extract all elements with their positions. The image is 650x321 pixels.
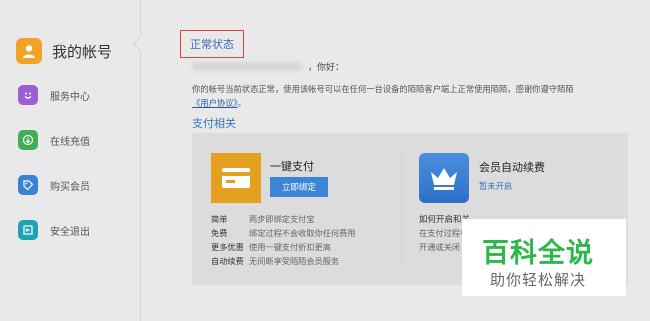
- how-to-line: 在支付过程中: [419, 228, 469, 238]
- tag-icon: [18, 175, 38, 195]
- status-box: 正常状态: [180, 30, 244, 58]
- feature-key: 更多优惠: [211, 242, 244, 252]
- user-agreement-link[interactable]: 《用户协议》: [192, 98, 238, 108]
- sidebar-item-label: 购买会员: [50, 181, 90, 193]
- sidebar-item-service[interactable]: 服务中心: [18, 85, 90, 105]
- feature-value: 无间断享受陌陌会员服务: [249, 256, 340, 266]
- main-content: 正常状态 ，你好： 你的帐号当前状态正常，使用该帐号可以在任何一台设备的陌陌客户…: [140, 0, 650, 321]
- greeting-suffix: ，你好：: [308, 63, 345, 73]
- how-to-line: 开通或关闭: [419, 242, 460, 252]
- recharge-icon: [18, 130, 38, 150]
- sidebar-title-label: 我的帐号: [52, 42, 113, 61]
- blurred-username: [192, 62, 302, 71]
- watermark-badge: 百科全说 助你轻松解决: [462, 219, 626, 296]
- status-label: 正常状态: [190, 38, 234, 51]
- feature-key: 简单: [211, 214, 228, 224]
- exit-icon: [18, 220, 38, 240]
- sidebar-item-label: 在线充值: [50, 136, 90, 148]
- sidebar-item-buy-vip[interactable]: 购买会员: [18, 175, 90, 195]
- feature-row: 自动续费 无间断享受陌陌会员服务: [211, 255, 339, 267]
- notice-end: 。: [237, 98, 246, 108]
- watermark-subtitle: 助你轻松解决: [490, 271, 587, 289]
- crown-icon: [419, 153, 469, 203]
- feature-key: 自动续费: [211, 256, 244, 266]
- greeting: ，你好：: [192, 60, 344, 73]
- user-icon: [16, 38, 42, 64]
- feature-value: 绑定过程不会收取你任何费用: [249, 228, 356, 238]
- feature-row: 更多优惠 使用一键支付折扣更高: [211, 241, 331, 253]
- account-notice: 你的帐号当前状态正常，使用该帐号可以在任何一台设备的陌陌客户端上正常使用陌陌，感…: [192, 82, 612, 110]
- notice-text: 你的帐号当前状态正常，使用该帐号可以在任何一台设备的陌陌客户端上正常使用陌陌，感…: [192, 84, 574, 94]
- sidebar-title[interactable]: 我的帐号: [16, 38, 112, 64]
- feature-row: 简单 两步即绑定支付宝: [211, 213, 315, 225]
- bind-now-button[interactable]: 立即绑定: [270, 177, 328, 197]
- feature-value: 两步即绑定支付宝: [249, 214, 315, 224]
- one-click-pay-title: 一键支付: [270, 160, 314, 173]
- feature-value: 使用一键支付折扣更高: [249, 242, 331, 252]
- smiley-icon: [18, 85, 38, 105]
- watermark-title: 百科全说: [482, 238, 594, 269]
- vip-auto-renew-status-link[interactable]: 暂未开启: [479, 180, 512, 192]
- sidebar: 我的帐号 服务中心 在线充值 购买会员 安全退出: [0, 0, 149, 321]
- card-icon: [211, 153, 261, 203]
- vip-auto-renew-title: 会员自动续费: [479, 161, 545, 174]
- feature-row: 免费 绑定过程不会收取你任何费用: [211, 227, 355, 239]
- sidebar-item-label: 服务中心: [50, 91, 90, 103]
- sidebar-item-label: 安全退出: [50, 226, 90, 238]
- feature-key: 免费: [211, 228, 228, 238]
- sidebar-item-recharge[interactable]: 在线充值: [18, 130, 90, 150]
- section-title-payment: 支付相关: [192, 117, 236, 130]
- sidebar-item-logout[interactable]: 安全退出: [18, 220, 90, 240]
- panel-divider: [401, 153, 402, 265]
